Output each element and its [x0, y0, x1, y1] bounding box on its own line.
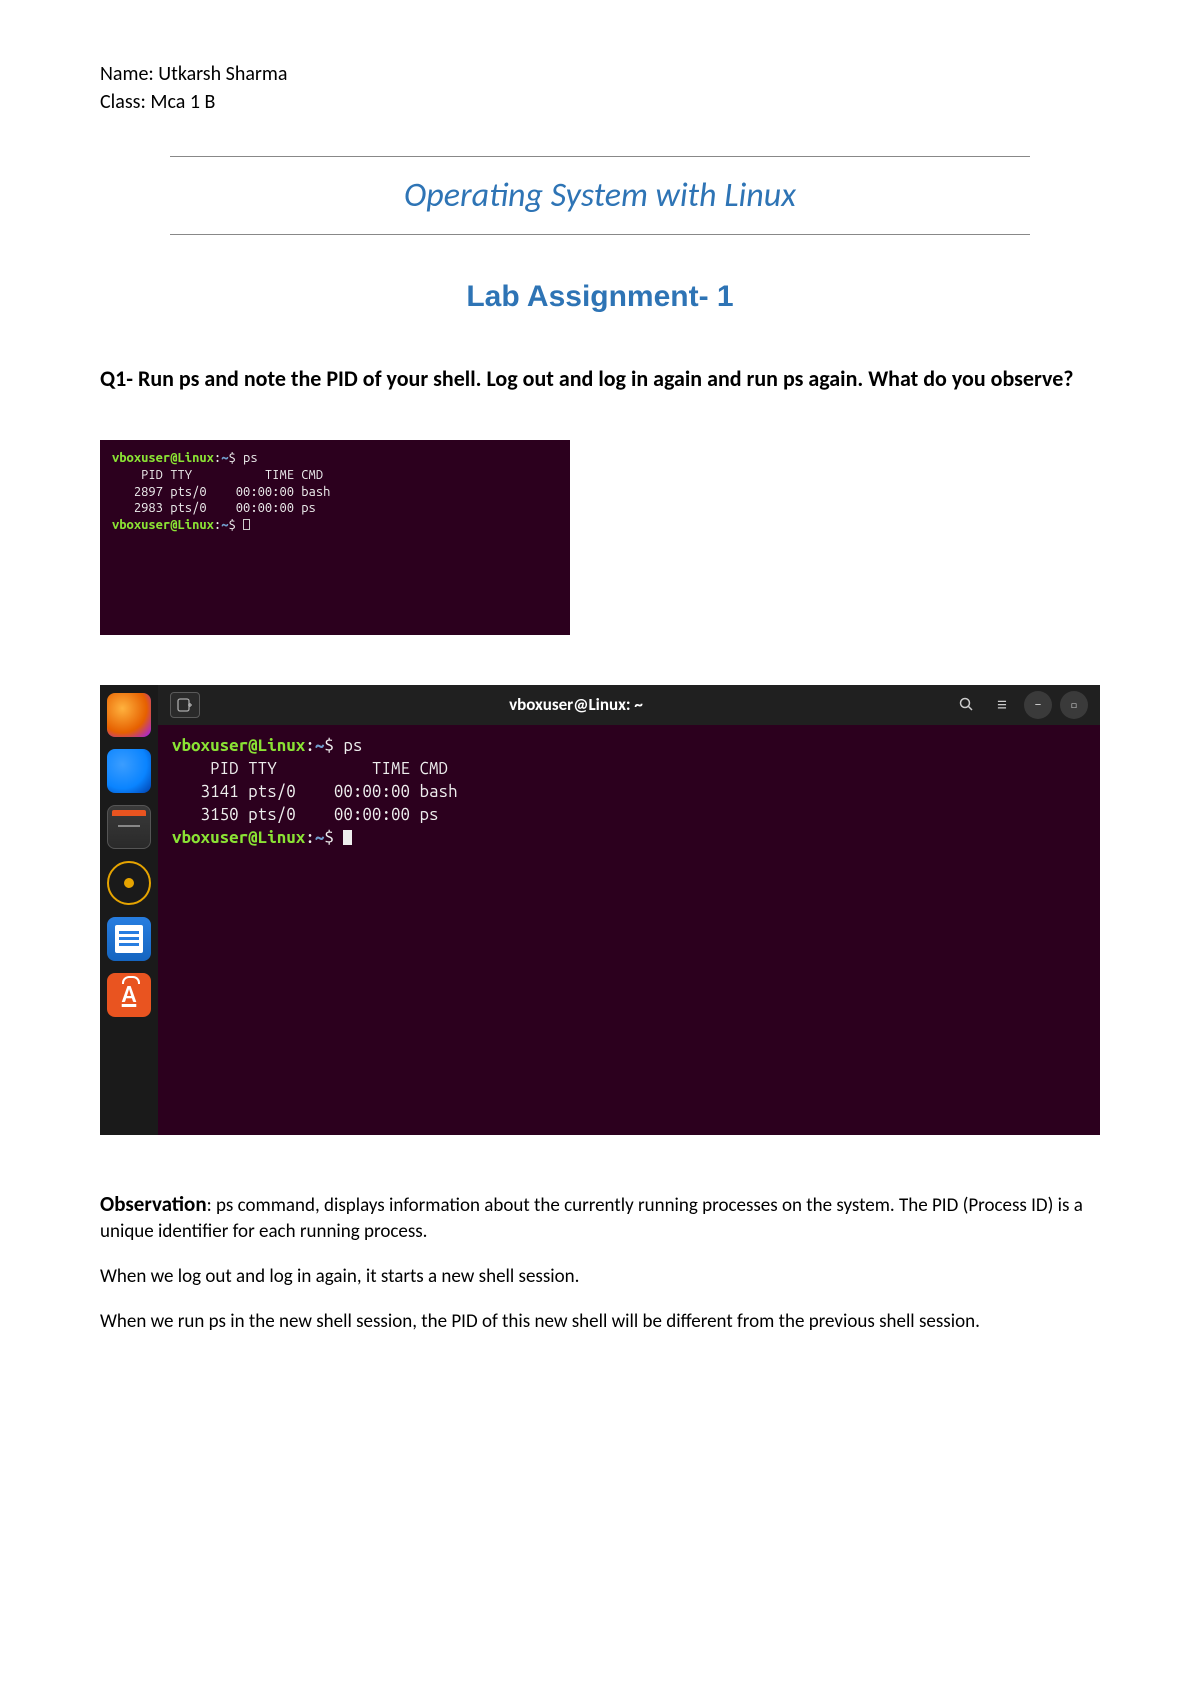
terminal2-prompt-idle: vboxuser@Linux:~$: [172, 827, 1086, 850]
observation-label: Observation: [100, 1191, 207, 1217]
ubuntu-software-icon[interactable]: A: [107, 973, 151, 1017]
minimize-button[interactable]: –: [1024, 691, 1052, 719]
hamburger-icon: ≡: [997, 693, 1007, 717]
terminal-titlebar: vboxuser@Linux: ~ ≡ – □: [158, 685, 1100, 725]
terminal1-prompt-idle: vboxuser@Linux:~$: [112, 517, 558, 534]
student-class: Class: Mca 1 B: [100, 88, 1100, 116]
observation-text-2: When we log out and log in again, it sta…: [100, 1264, 1100, 1291]
thunderbird-icon[interactable]: [107, 749, 151, 793]
files-icon[interactable]: [107, 805, 151, 849]
maximize-icon: □: [1071, 698, 1077, 711]
question-label: Q1-: [100, 365, 133, 392]
question-text: Run ps and note the PID of your shell. L…: [133, 365, 1074, 392]
document-title: Operating System with Linux: [170, 163, 1030, 228]
divider-top: [170, 156, 1030, 157]
search-button[interactable]: [952, 691, 980, 719]
terminal-title: vboxuser@Linux: ~: [210, 694, 942, 715]
firefox-icon[interactable]: [107, 693, 151, 737]
menu-button[interactable]: ≡: [988, 691, 1016, 719]
student-name: Name: Utkarsh Sharma: [100, 60, 1100, 88]
minimize-icon: –: [1034, 696, 1041, 714]
search-icon: [959, 697, 974, 712]
observation-section: Observation: ps command, displays inform…: [100, 1190, 1100, 1335]
terminal2-command: ps: [343, 736, 362, 755]
observation-text-1: : ps command, displays information about…: [100, 1194, 1083, 1244]
terminal1-prompt-line: vboxuser@Linux:~$ ps: [112, 450, 558, 467]
maximize-button[interactable]: □: [1060, 691, 1088, 719]
divider-bottom: [170, 234, 1030, 235]
terminal2-prompt-line: vboxuser@Linux:~$ ps: [172, 735, 1086, 758]
terminal2-user: vboxuser@Linux: [172, 736, 305, 755]
new-tab-button[interactable]: [170, 692, 200, 718]
observation-text-3: When we run ps in the new shell session,…: [100, 1309, 1100, 1336]
rhythmbox-icon[interactable]: [107, 861, 151, 905]
lab-assignment-title: Lab Assignment- 1: [100, 280, 1100, 314]
cursor-icon: [343, 830, 352, 845]
new-tab-icon: [177, 698, 193, 712]
terminal2-path: ~: [315, 736, 325, 755]
question-1: Q1- Run ps and note the PID of your shel…: [100, 364, 1100, 395]
cursor-icon: [243, 519, 250, 530]
terminal-screenshot-1: vboxuser@Linux:~$ ps PID TTY TIME CMD 28…: [100, 440, 570, 635]
libreoffice-writer-icon[interactable]: [107, 917, 151, 961]
terminal1-user: vboxuser@Linux: [112, 451, 214, 465]
terminal1-output: PID TTY TIME CMD 2897 pts/0 00:00:00 bas…: [112, 467, 558, 518]
title-section: Operating System with Linux: [170, 156, 1030, 235]
terminal1-command: ps: [243, 451, 258, 465]
desktop-screenshot-2: A vboxuser@Linux: ~: [100, 685, 1100, 1135]
terminal2-output: PID TTY TIME CMD 3141 pts/0 00:00:00 bas…: [172, 758, 1086, 827]
student-header: Name: Utkarsh Sharma Class: Mca 1 B: [100, 60, 1100, 116]
terminal2-body: vboxuser@Linux:~$ ps PID TTY TIME CMD 31…: [158, 725, 1100, 1135]
terminal-window: vboxuser@Linux: ~ ≡ – □: [158, 685, 1100, 1135]
ubuntu-dock: A: [100, 685, 158, 1135]
